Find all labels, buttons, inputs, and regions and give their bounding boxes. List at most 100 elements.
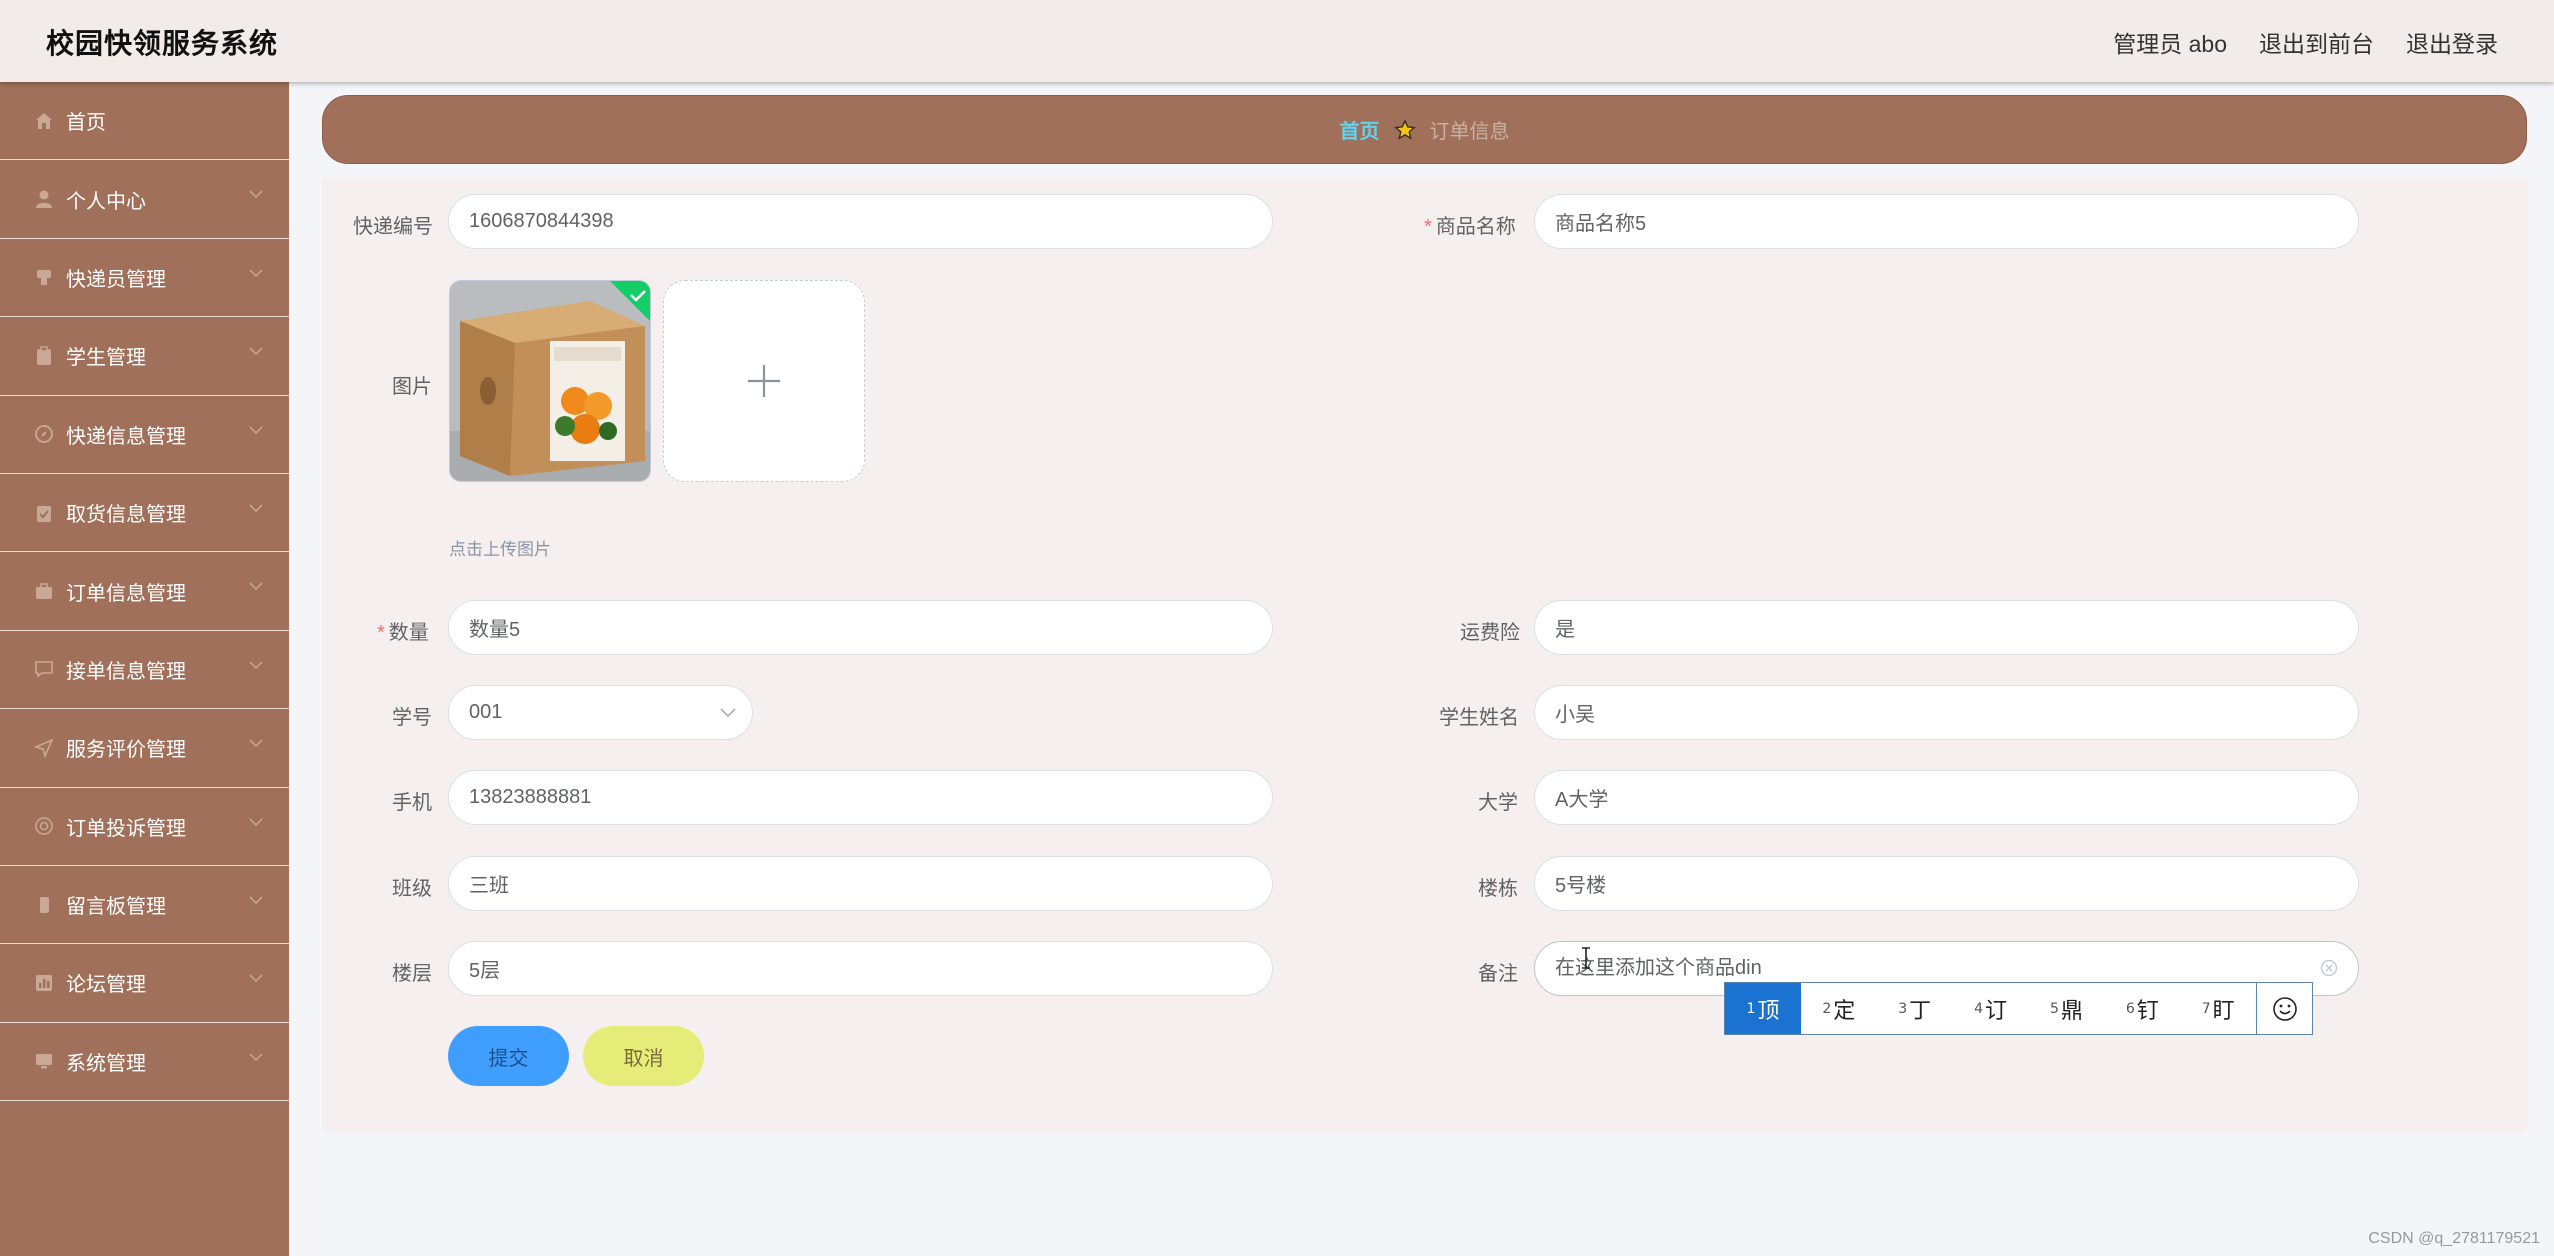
sidebar-item-label: 快递信息管理 — [66, 425, 186, 448]
phone-input[interactable] — [448, 770, 1273, 825]
sidebar-item-accept-order[interactable]: 接单信息管理 — [0, 631, 289, 710]
sidebar-item-personal-center[interactable]: 个人中心 — [0, 160, 289, 239]
exit-to-front-link[interactable]: 退出到前台 — [2259, 25, 2374, 59]
clipboard-icon — [32, 344, 56, 368]
express-no-label: 快递编号 — [353, 216, 433, 238]
floor-label: 楼层 — [392, 963, 432, 985]
sidebar-item-label: 接单信息管理 — [66, 660, 186, 683]
sidebar-item-label: 个人中心 — [66, 190, 146, 213]
courier-icon — [32, 265, 56, 289]
clear-icon[interactable] — [2320, 959, 2338, 977]
sidebar-item-label: 论坛管理 — [66, 974, 146, 997]
floor-input[interactable] — [448, 941, 1273, 996]
student-no-value: 001 — [469, 701, 503, 723]
uploaded-image-thumbnail[interactable] — [449, 280, 651, 482]
submit-button[interactable]: 提交 — [448, 1026, 569, 1086]
ime-candidate[interactable]: 2定 — [1801, 983, 1877, 1034]
top-header: 校园快领服务系统 管理员 abo 退出到前台 退出登录 — [0, 0, 2554, 82]
home-icon — [32, 109, 56, 133]
admin-name: 管理员 abo — [2113, 31, 2227, 57]
chevron-down-icon — [249, 582, 263, 591]
sidebar-item-courier[interactable]: 快递员管理 — [0, 239, 289, 318]
express-no-input[interactable] — [448, 194, 1273, 249]
breadcrumb-current: 订单信息 — [1429, 121, 1510, 143]
remark-label: 备注 — [1478, 963, 1518, 985]
logout-link[interactable]: 退出登录 — [2406, 25, 2498, 59]
star-icon — [1393, 118, 1416, 140]
sidebar-item-system[interactable]: 系统管理 — [0, 1023, 289, 1102]
sidebar-item-pickup-info[interactable]: 取货信息管理 — [0, 474, 289, 553]
sidebar-item-label: 首页 — [66, 112, 106, 135]
upload-tip: 点击上传图片 — [449, 540, 551, 559]
chevron-down-icon — [249, 661, 263, 669]
sidebar-item-label: 学生管理 — [66, 347, 146, 370]
building-label: 楼栋 — [1478, 878, 1518, 900]
text-cursor-icon — [1582, 947, 1590, 969]
class-label: 班级 — [392, 878, 432, 900]
quantity-input[interactable] — [448, 600, 1273, 655]
student-name-input[interactable] — [1534, 685, 2359, 740]
sidebar-item-label: 快递员管理 — [66, 268, 166, 291]
student-name-label: 学生姓名 — [1439, 707, 1519, 729]
briefcase-icon — [32, 579, 56, 603]
chevron-down-icon — [249, 739, 263, 748]
shipping-insurance-input[interactable] — [1534, 600, 2359, 655]
building-input[interactable] — [1534, 856, 2359, 911]
sidebar-item-label: 订单投诉管理 — [66, 817, 186, 840]
ime-candidate[interactable]: 1顶 — [1725, 983, 1801, 1034]
ime-candidate[interactable]: 3丁 — [1877, 983, 1953, 1034]
sidebar-item-message-board[interactable]: 留言板管理 — [0, 866, 289, 945]
send-icon — [32, 736, 56, 760]
monitor-icon — [32, 1049, 56, 1073]
ime-candidate[interactable]: 7盯 — [2180, 983, 2256, 1034]
ime-candidate[interactable]: 6钉 — [2104, 983, 2180, 1034]
chevron-down-icon — [249, 190, 263, 199]
compass-icon — [32, 422, 56, 446]
header-actions: 管理员 abo 退出到前台 退出登录 — [2113, 25, 2498, 59]
ime-candidate[interactable]: 4订 — [1953, 983, 2029, 1034]
sidebar-item-label: 留言板管理 — [66, 896, 166, 919]
sidebar-item-label: 订单信息管理 — [66, 582, 186, 605]
phone-icon — [32, 893, 56, 917]
sidebar-item-label: 取货信息管理 — [66, 504, 186, 527]
sidebar-menu: 首页 个人中心 快递员管理 学生管理 快递信息管理 取货信息管理 订单信息管理 … — [0, 82, 289, 1256]
product-box-image — [450, 281, 650, 481]
class-input[interactable] — [448, 856, 1273, 911]
chevron-down-icon — [249, 504, 263, 512]
smiley-icon[interactable] — [2256, 983, 2312, 1034]
image-label: 图片 — [392, 376, 432, 398]
watermark: CSDN @q_2781179521 — [2368, 1230, 2540, 1247]
sidebar-item-order-info[interactable]: 订单信息管理 — [0, 552, 289, 631]
upload-add-button[interactable] — [663, 280, 865, 482]
chevron-down-icon — [249, 269, 263, 277]
chevron-down-icon — [249, 347, 263, 356]
ime-candidate-bar: 1顶 2定 3丁 4订 5鼎 6钉 7盯 — [1724, 982, 2313, 1035]
sidebar-item-service-review[interactable]: 服务评价管理 — [0, 709, 289, 788]
student-no-select[interactable]: 001 — [448, 685, 753, 740]
chevron-down-icon — [249, 817, 263, 826]
product-name-input[interactable] — [1534, 194, 2359, 249]
help-icon — [32, 814, 56, 838]
sidebar-item-label: 系统管理 — [66, 1052, 146, 1075]
checklist-icon — [32, 501, 56, 525]
plus-icon — [748, 365, 780, 397]
university-label: 大学 — [1478, 792, 1518, 814]
sidebar-item-student[interactable]: 学生管理 — [0, 317, 289, 396]
user-icon — [32, 187, 56, 211]
quantity-label: * 数量 — [377, 622, 429, 644]
sidebar-item-forum[interactable]: 论坛管理 — [0, 944, 289, 1023]
breadcrumb-home[interactable]: 首页 — [1340, 115, 1380, 144]
sidebar-item-express-info[interactable]: 快递信息管理 — [0, 396, 289, 474]
sidebar-item-home[interactable]: 首页 — [0, 82, 289, 161]
product-name-label: * 商品名称 — [1424, 216, 1516, 238]
cancel-button[interactable]: 取消 — [583, 1026, 704, 1086]
shipping-insurance-label: 运费险 — [1460, 622, 1520, 644]
chevron-down-icon — [720, 708, 736, 718]
university-input[interactable] — [1534, 770, 2359, 825]
app-title: 校园快领服务系统 — [46, 28, 279, 59]
ime-candidate[interactable]: 5鼎 — [2029, 983, 2105, 1034]
chevron-down-icon — [249, 426, 263, 434]
sidebar-item-order-complaint[interactable]: 订单投诉管理 — [0, 788, 289, 866]
breadcrumb: 首页 订单信息 — [322, 95, 2527, 164]
chevron-down-icon — [249, 896, 263, 904]
